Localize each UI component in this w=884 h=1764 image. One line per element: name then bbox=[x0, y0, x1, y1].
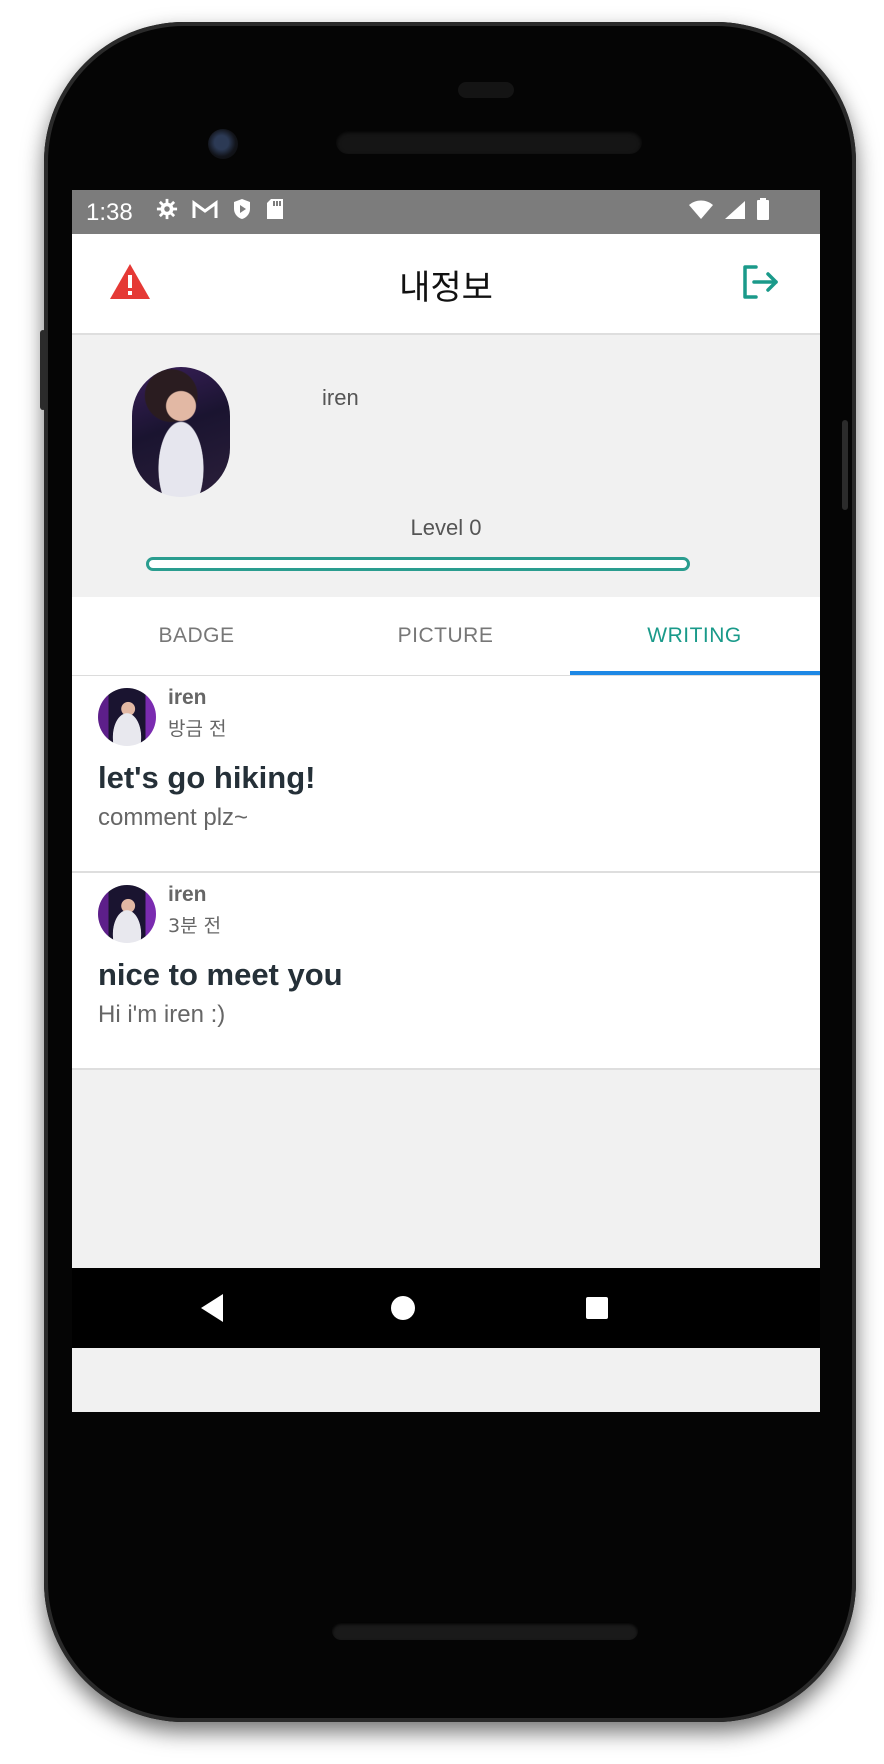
signal-icon bbox=[724, 199, 746, 227]
post-body: comment plz~ bbox=[98, 804, 249, 831]
profile-avatar[interactable] bbox=[132, 367, 230, 497]
tab-writing[interactable]: WRITING bbox=[570, 597, 819, 675]
front-camera bbox=[208, 129, 238, 159]
post-time: 3분 전 bbox=[168, 915, 222, 937]
top-sensor bbox=[458, 82, 514, 98]
level-progress-bar bbox=[146, 557, 690, 571]
settings-icon bbox=[156, 198, 178, 227]
post-author: iren bbox=[168, 883, 207, 906]
post-time: 방금 전 bbox=[168, 718, 227, 740]
page-title: 내정보 bbox=[399, 268, 493, 308]
status-time: 1:38 bbox=[86, 199, 133, 226]
profile-section: iren Level 0 bbox=[72, 335, 820, 597]
post-avatar bbox=[98, 885, 156, 943]
status-bar: 1:38 bbox=[72, 190, 820, 234]
post-card[interactable]: iren 방금 전 let's go hiking! comment plz~ bbox=[72, 676, 820, 873]
post-body: Hi i'm iren :) bbox=[98, 1001, 226, 1028]
tab-badge[interactable]: BADGE bbox=[72, 597, 321, 675]
wifi-icon bbox=[688, 199, 714, 227]
home-button[interactable] bbox=[388, 1292, 418, 1329]
volume-button bbox=[40, 330, 46, 410]
back-button[interactable] bbox=[197, 1292, 227, 1329]
logout-button[interactable] bbox=[740, 262, 780, 302]
post-title: let's go hiking! bbox=[98, 760, 316, 795]
sd-card-icon bbox=[266, 198, 284, 227]
back-icon bbox=[197, 1294, 227, 1328]
level-label: Level 0 bbox=[410, 515, 482, 540]
navigation-bar bbox=[72, 1268, 820, 1348]
earpiece-speaker bbox=[336, 130, 642, 154]
power-button bbox=[842, 420, 848, 510]
recents-icon bbox=[582, 1297, 612, 1328]
logout-icon bbox=[740, 265, 780, 306]
tab-indicator bbox=[570, 671, 820, 675]
post-title: nice to meet you bbox=[98, 957, 343, 992]
bottom-speaker bbox=[332, 1622, 638, 1640]
screen: 1:38 내정보 iren Level 0 BADGE PICTURE WRIT… bbox=[72, 190, 820, 1412]
gmail-icon bbox=[192, 199, 218, 227]
app-bar: 내정보 bbox=[72, 234, 820, 335]
post-avatar bbox=[98, 688, 156, 746]
post-card[interactable]: iren 3분 전 nice to meet you Hi i'm iren :… bbox=[72, 873, 820, 1070]
tab-picture[interactable]: PICTURE bbox=[321, 597, 570, 675]
profile-name: iren bbox=[322, 385, 359, 410]
post-author: iren bbox=[168, 686, 207, 709]
home-icon bbox=[388, 1296, 418, 1328]
battery-icon bbox=[756, 198, 770, 227]
recents-button[interactable] bbox=[582, 1292, 612, 1329]
tab-bar: BADGE PICTURE WRITING bbox=[72, 597, 820, 676]
shield-play-icon bbox=[232, 198, 252, 227]
